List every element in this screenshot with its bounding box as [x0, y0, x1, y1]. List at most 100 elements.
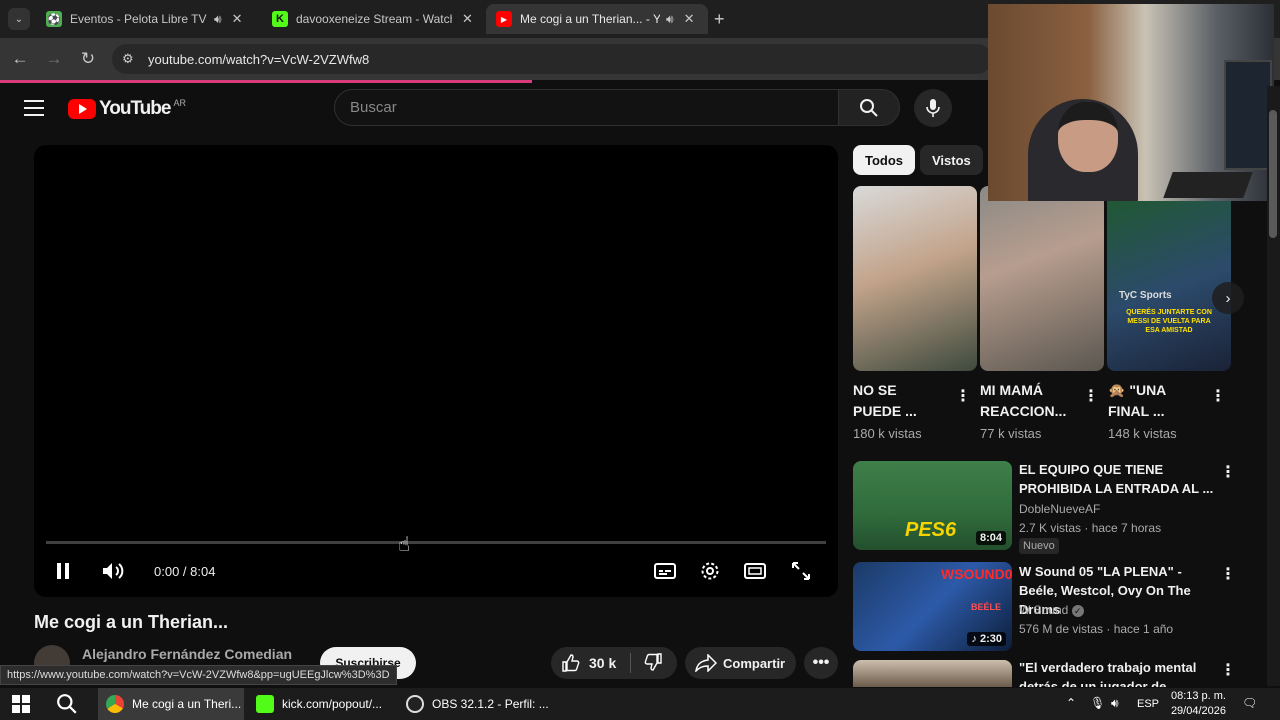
youtube-logo[interactable]: YouTube AR: [68, 98, 186, 120]
taskbar-search-icon[interactable]: [56, 688, 78, 720]
clock-time: 08:13 p. m.: [1170, 690, 1226, 702]
microphone-icon: [926, 99, 940, 117]
short-title[interactable]: MI MAMÁ REACCION...: [980, 380, 1072, 422]
recommendation-title[interactable]: "El verdadero trabajo mental detrás de u…: [1019, 658, 1214, 687]
duration-text: 2:30: [979, 633, 1002, 645]
keyboard-shape: [1163, 172, 1253, 198]
settings-button[interactable]: [697, 560, 723, 582]
fullscreen-button[interactable]: [788, 560, 814, 582]
video-player[interactable]: [34, 145, 838, 597]
more-vert-icon[interactable]: ⋮: [1220, 564, 1236, 584]
search-placeholder: Buscar: [350, 99, 397, 116]
search-input[interactable]: Buscar: [334, 89, 839, 126]
like-button[interactable]: 30 k: [551, 653, 631, 673]
browser-tab[interactable]: ⚽ Eventos - Pelota Libre TV 🔊︎ ✕: [36, 4, 252, 34]
reload-icon[interactable]: ↻: [78, 49, 98, 69]
subtitles-button[interactable]: [652, 560, 678, 582]
short-thumbnail[interactable]: [853, 186, 977, 371]
video-duration: 8:04: [975, 531, 1006, 545]
short-thumbnail[interactable]: TyC Sports QUERÉS JUNTARTE CON MESSI DE …: [1107, 186, 1231, 371]
speaker-tray-icon[interactable]: 🔊︎: [1111, 696, 1119, 711]
chevron-up-icon[interactable]: ⌃: [1066, 696, 1076, 710]
chrome-icon: [106, 695, 124, 713]
pause-button[interactable]: [50, 560, 76, 582]
video-thumbnail[interactable]: [853, 660, 1012, 687]
voice-search-button[interactable]: [914, 89, 952, 127]
short-title[interactable]: 🙊 "UNA FINAL ...: [1108, 380, 1200, 422]
menu-icon[interactable]: [24, 100, 44, 116]
more-vert-icon[interactable]: ⋮: [1210, 386, 1226, 406]
language-indicator[interactable]: ESP: [1137, 698, 1159, 710]
site-settings-icon[interactable]: ⚙: [122, 51, 134, 67]
thumbnail-subtext: BEÉLE: [971, 602, 1002, 612]
thumbs-down-icon: [644, 652, 662, 671]
share-button[interactable]: Compartir: [685, 647, 796, 679]
back-arrow-icon[interactable]: ←: [10, 49, 30, 69]
recommendation-channel[interactable]: W Sound ✓: [1019, 603, 1084, 617]
close-tab-icon[interactable]: ✕: [462, 11, 473, 27]
chip-label: Todos: [865, 152, 904, 168]
address-url: youtube.com/watch?v=VcW-2VZWfw8: [148, 51, 370, 67]
like-count: 30 k: [589, 655, 617, 671]
notifications-icon[interactable]: 🗨︎: [1242, 696, 1257, 710]
clock-date: 29/04/2026: [1170, 705, 1226, 717]
video-progress-bar[interactable]: [46, 541, 826, 544]
video-duration: ♪ 2:30: [967, 632, 1006, 646]
country-code: AR: [173, 98, 186, 108]
audio-playing-icon[interactable]: 🔊︎: [666, 12, 674, 27]
thumbnail-text: PES6: [905, 519, 957, 541]
audio-playing-icon[interactable]: 🔊︎: [214, 12, 222, 27]
close-tab-icon[interactable]: ✕: [684, 11, 695, 27]
recommendation-channel[interactable]: DobleNueveAF: [1019, 502, 1100, 516]
tab-title: Eventos - Pelota Libre TV: [70, 12, 207, 26]
address-bar[interactable]: ⚙ youtube.com/watch?v=VcW-2VZWfw8: [112, 44, 992, 74]
more-vert-icon[interactable]: ⋮: [1220, 462, 1236, 482]
short-views: 180 k vistas: [853, 426, 922, 441]
theater-mode-icon: [744, 563, 766, 579]
webcam-overlay: [988, 4, 1274, 201]
scrollbar-thumb[interactable]: [1269, 110, 1277, 238]
verified-icon: ✓: [1071, 605, 1084, 617]
microphone-tray-icon[interactable]: 🎙︎: [1090, 696, 1105, 710]
dislike-button[interactable]: [631, 652, 663, 675]
browser-tab-active[interactable]: ▶ Me cogi a un Therian... - Yo 🔊︎ ✕: [486, 4, 708, 34]
short-thumbnail[interactable]: [980, 186, 1104, 371]
short-emoji-icon: 🙊: [1108, 382, 1126, 398]
taskbar-item-label: kick.com/popout/...: [282, 697, 383, 711]
more-vert-icon[interactable]: ⋮: [1220, 660, 1236, 680]
taskbar-item-chrome[interactable]: Me cogi a un Theri...: [98, 688, 244, 720]
taskbar-item-obs[interactable]: OBS 32.1.2 - Perfil: ...: [400, 688, 550, 720]
more-vert-icon[interactable]: ⋮: [1083, 386, 1099, 406]
tab-title: Me cogi a un Therian... - Yo: [520, 12, 660, 26]
taskbar-clock[interactable]: 08:13 p. m. 29/04/2026: [1162, 689, 1226, 719]
chip-vistos[interactable]: Vistos: [920, 145, 983, 175]
browser-tab[interactable]: K davooxeneize Stream - Watch L ✕: [262, 4, 483, 34]
share-icon: [695, 654, 717, 672]
new-tab-button[interactable]: +: [714, 9, 725, 30]
close-tab-icon[interactable]: ✕: [232, 11, 243, 27]
share-label: Compartir: [723, 655, 786, 671]
new-badge: Nuevo: [1019, 538, 1059, 554]
chevron-right-icon[interactable]: ›: [1212, 282, 1244, 314]
video-thumbnail[interactable]: PES6 8:04: [853, 461, 1012, 550]
streamer-head: [1058, 102, 1118, 172]
volume-button[interactable]: [100, 560, 126, 582]
taskbar-item-kick[interactable]: kick.com/popout/...: [250, 688, 396, 720]
theater-mode-button[interactable]: [742, 560, 768, 582]
video-thumbnail[interactable]: WSOUND05 BEÉLE ♪ 2:30: [853, 562, 1012, 651]
fullscreen-icon: [792, 562, 810, 580]
tab-search-button[interactable]: ⌄: [8, 8, 30, 30]
youtube-favicon-icon: ▶: [496, 11, 512, 27]
search-button[interactable]: [838, 89, 900, 126]
short-views: 77 k vistas: [980, 426, 1042, 441]
taskbar-item-label: OBS 32.1.2 - Perfil: ...: [432, 697, 549, 711]
more-vert-icon[interactable]: ⋮: [955, 386, 971, 406]
short-title[interactable]: NO SE PUEDE ...: [853, 380, 945, 422]
forward-arrow-icon[interactable]: →: [44, 49, 64, 69]
recommendation-title[interactable]: EL EQUIPO QUE TIENE PROHIBIDA LA ENTRADA…: [1019, 460, 1214, 498]
chip-todos[interactable]: Todos: [853, 145, 916, 175]
channel-name[interactable]: Alejandro Fernández Comedian: [82, 646, 292, 662]
more-actions-button[interactable]: •••: [804, 647, 838, 679]
kick-icon: [256, 695, 274, 713]
windows-start-icon[interactable]: [12, 688, 30, 720]
